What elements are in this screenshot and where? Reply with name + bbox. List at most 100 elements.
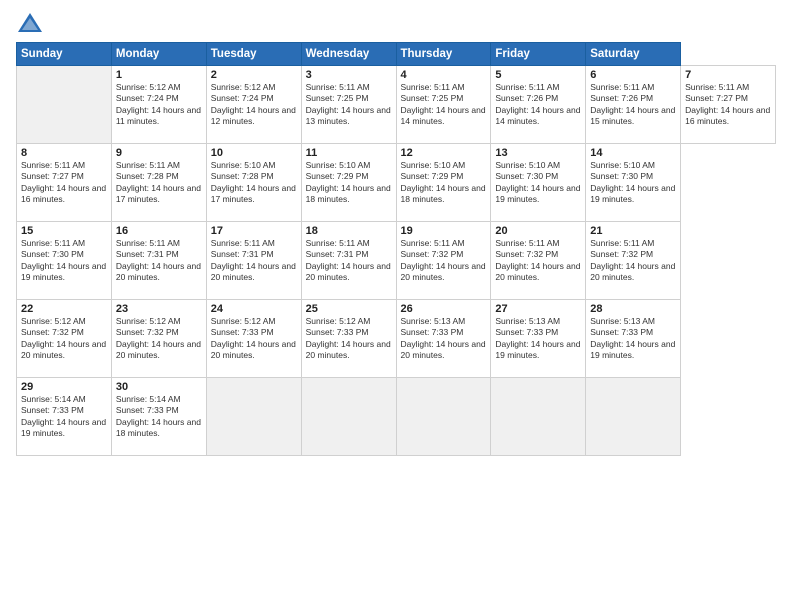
day-number: 24 (211, 303, 297, 315)
day-number: 7 (685, 69, 771, 81)
day-info: Sunrise: 5:10 AMSunset: 7:29 PMDaylight:… (401, 160, 487, 206)
week-row-4: 29Sunrise: 5:14 AMSunset: 7:33 PMDayligh… (17, 378, 776, 456)
week-row-2: 15Sunrise: 5:11 AMSunset: 7:30 PMDayligh… (17, 222, 776, 300)
header-cell-wednesday: Wednesday (301, 43, 396, 66)
day-number: 8 (21, 147, 107, 159)
calendar-table: SundayMondayTuesdayWednesdayThursdayFrid… (16, 42, 776, 456)
day-cell-4: 4Sunrise: 5:11 AMSunset: 7:25 PMDaylight… (396, 66, 491, 144)
day-cell-10: 10Sunrise: 5:10 AMSunset: 7:28 PMDayligh… (206, 144, 301, 222)
day-info: Sunrise: 5:12 AMSunset: 7:24 PMDaylight:… (211, 82, 297, 128)
day-info: Sunrise: 5:11 AMSunset: 7:32 PMDaylight:… (590, 238, 676, 284)
day-number: 27 (495, 303, 581, 315)
day-cell-16: 16Sunrise: 5:11 AMSunset: 7:31 PMDayligh… (111, 222, 206, 300)
day-number: 11 (306, 147, 392, 159)
day-cell-empty (586, 378, 681, 456)
day-cell-empty (491, 378, 586, 456)
day-number: 23 (116, 303, 202, 315)
day-info: Sunrise: 5:14 AMSunset: 7:33 PMDaylight:… (21, 394, 107, 440)
day-info: Sunrise: 5:11 AMSunset: 7:28 PMDaylight:… (116, 160, 202, 206)
empty-cell (17, 66, 112, 144)
day-cell-18: 18Sunrise: 5:11 AMSunset: 7:31 PMDayligh… (301, 222, 396, 300)
day-cell-17: 17Sunrise: 5:11 AMSunset: 7:31 PMDayligh… (206, 222, 301, 300)
day-info: Sunrise: 5:11 AMSunset: 7:31 PMDaylight:… (306, 238, 392, 284)
week-row-1: 8Sunrise: 5:11 AMSunset: 7:27 PMDaylight… (17, 144, 776, 222)
day-number: 14 (590, 147, 676, 159)
day-info: Sunrise: 5:11 AMSunset: 7:30 PMDaylight:… (21, 238, 107, 284)
day-number: 15 (21, 225, 107, 237)
day-number: 30 (116, 381, 202, 393)
day-info: Sunrise: 5:10 AMSunset: 7:29 PMDaylight:… (306, 160, 392, 206)
day-cell-12: 12Sunrise: 5:10 AMSunset: 7:29 PMDayligh… (396, 144, 491, 222)
day-info: Sunrise: 5:11 AMSunset: 7:25 PMDaylight:… (401, 82, 487, 128)
day-number: 6 (590, 69, 676, 81)
day-cell-5: 5Sunrise: 5:11 AMSunset: 7:26 PMDaylight… (491, 66, 586, 144)
header-cell-tuesday: Tuesday (206, 43, 301, 66)
day-cell-empty (396, 378, 491, 456)
day-info: Sunrise: 5:11 AMSunset: 7:27 PMDaylight:… (685, 82, 771, 128)
day-number: 4 (401, 69, 487, 81)
day-number: 2 (211, 69, 297, 81)
day-number: 18 (306, 225, 392, 237)
day-cell-23: 23Sunrise: 5:12 AMSunset: 7:32 PMDayligh… (111, 300, 206, 378)
day-number: 29 (21, 381, 107, 393)
day-number: 25 (306, 303, 392, 315)
day-cell-22: 22Sunrise: 5:12 AMSunset: 7:32 PMDayligh… (17, 300, 112, 378)
logo-icon (16, 10, 44, 38)
day-cell-19: 19Sunrise: 5:11 AMSunset: 7:32 PMDayligh… (396, 222, 491, 300)
header-cell-thursday: Thursday (396, 43, 491, 66)
day-info: Sunrise: 5:12 AMSunset: 7:32 PMDaylight:… (21, 316, 107, 362)
day-info: Sunrise: 5:14 AMSunset: 7:33 PMDaylight:… (116, 394, 202, 440)
day-info: Sunrise: 5:11 AMSunset: 7:25 PMDaylight:… (306, 82, 392, 128)
day-number: 22 (21, 303, 107, 315)
day-number: 26 (401, 303, 487, 315)
day-number: 9 (116, 147, 202, 159)
header-row: SundayMondayTuesdayWednesdayThursdayFrid… (17, 43, 776, 66)
header-cell-friday: Friday (491, 43, 586, 66)
day-number: 28 (590, 303, 676, 315)
day-info: Sunrise: 5:12 AMSunset: 7:24 PMDaylight:… (116, 82, 202, 128)
day-cell-11: 11Sunrise: 5:10 AMSunset: 7:29 PMDayligh… (301, 144, 396, 222)
day-info: Sunrise: 5:13 AMSunset: 7:33 PMDaylight:… (401, 316, 487, 362)
day-cell-27: 27Sunrise: 5:13 AMSunset: 7:33 PMDayligh… (491, 300, 586, 378)
week-row-3: 22Sunrise: 5:12 AMSunset: 7:32 PMDayligh… (17, 300, 776, 378)
day-number: 17 (211, 225, 297, 237)
page: SundayMondayTuesdayWednesdayThursdayFrid… (0, 0, 792, 612)
calendar-header: SundayMondayTuesdayWednesdayThursdayFrid… (17, 43, 776, 66)
day-number: 21 (590, 225, 676, 237)
day-cell-empty (206, 378, 301, 456)
day-cell-30: 30Sunrise: 5:14 AMSunset: 7:33 PMDayligh… (111, 378, 206, 456)
day-cell-13: 13Sunrise: 5:10 AMSunset: 7:30 PMDayligh… (491, 144, 586, 222)
day-number: 5 (495, 69, 581, 81)
day-info: Sunrise: 5:13 AMSunset: 7:33 PMDaylight:… (590, 316, 676, 362)
week-row-0: 1Sunrise: 5:12 AMSunset: 7:24 PMDaylight… (17, 66, 776, 144)
day-number: 3 (306, 69, 392, 81)
day-cell-2: 2Sunrise: 5:12 AMSunset: 7:24 PMDaylight… (206, 66, 301, 144)
day-info: Sunrise: 5:12 AMSunset: 7:33 PMDaylight:… (211, 316, 297, 362)
day-info: Sunrise: 5:13 AMSunset: 7:33 PMDaylight:… (495, 316, 581, 362)
day-info: Sunrise: 5:10 AMSunset: 7:28 PMDaylight:… (211, 160, 297, 206)
header-cell-saturday: Saturday (586, 43, 681, 66)
day-number: 13 (495, 147, 581, 159)
day-cell-9: 9Sunrise: 5:11 AMSunset: 7:28 PMDaylight… (111, 144, 206, 222)
day-info: Sunrise: 5:11 AMSunset: 7:31 PMDaylight:… (211, 238, 297, 284)
day-cell-21: 21Sunrise: 5:11 AMSunset: 7:32 PMDayligh… (586, 222, 681, 300)
day-info: Sunrise: 5:12 AMSunset: 7:33 PMDaylight:… (306, 316, 392, 362)
day-cell-6: 6Sunrise: 5:11 AMSunset: 7:26 PMDaylight… (586, 66, 681, 144)
day-info: Sunrise: 5:11 AMSunset: 7:26 PMDaylight:… (590, 82, 676, 128)
logo (16, 10, 47, 38)
day-cell-29: 29Sunrise: 5:14 AMSunset: 7:33 PMDayligh… (17, 378, 112, 456)
day-cell-25: 25Sunrise: 5:12 AMSunset: 7:33 PMDayligh… (301, 300, 396, 378)
day-info: Sunrise: 5:11 AMSunset: 7:31 PMDaylight:… (116, 238, 202, 284)
day-number: 16 (116, 225, 202, 237)
day-number: 19 (401, 225, 487, 237)
day-cell-24: 24Sunrise: 5:12 AMSunset: 7:33 PMDayligh… (206, 300, 301, 378)
day-cell-15: 15Sunrise: 5:11 AMSunset: 7:30 PMDayligh… (17, 222, 112, 300)
day-info: Sunrise: 5:11 AMSunset: 7:26 PMDaylight:… (495, 82, 581, 128)
day-number: 12 (401, 147, 487, 159)
header (16, 10, 776, 38)
day-info: Sunrise: 5:12 AMSunset: 7:32 PMDaylight:… (116, 316, 202, 362)
day-cell-1: 1Sunrise: 5:12 AMSunset: 7:24 PMDaylight… (111, 66, 206, 144)
day-number: 1 (116, 69, 202, 81)
day-cell-26: 26Sunrise: 5:13 AMSunset: 7:33 PMDayligh… (396, 300, 491, 378)
day-info: Sunrise: 5:11 AMSunset: 7:27 PMDaylight:… (21, 160, 107, 206)
